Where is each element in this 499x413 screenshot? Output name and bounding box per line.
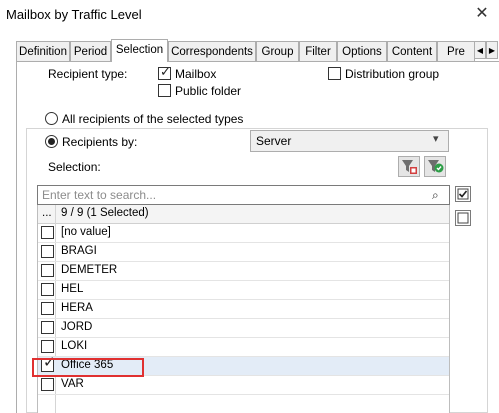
header-count: 9 / 9 (1 Selected) — [61, 207, 149, 219]
tab-definition[interactable]: Definition — [16, 41, 70, 61]
distribution-group-checkbox[interactable] — [328, 67, 341, 80]
row-checkbox[interactable] — [41, 321, 54, 334]
recipients-by-label: Recipients by: — [62, 135, 138, 149]
row-label: BRAGI — [61, 245, 97, 257]
tab-group[interactable]: Group — [256, 41, 299, 61]
row-checkbox[interactable] — [41, 283, 54, 296]
list-item[interactable]: VAR — [38, 376, 449, 395]
select-none-button[interactable] — [455, 210, 471, 226]
recipients-by-dropdown[interactable]: Server ▾ — [250, 130, 449, 152]
tab-filter[interactable]: Filter — [299, 41, 337, 61]
radio-dot-icon — [48, 138, 55, 145]
tab-strip: Definition Period Selection Corresponden… — [0, 39, 499, 62]
recipients-by-value: Server — [256, 134, 292, 148]
selection-label: Selection: — [48, 160, 101, 174]
window-title: Mailbox by Traffic Level — [6, 7, 142, 22]
tab-selection[interactable]: Selection — [111, 39, 168, 62]
check-icon: ✓ — [160, 64, 171, 79]
row-label: [no value] — [61, 226, 111, 238]
tab-pre[interactable]: Pre — [437, 41, 475, 61]
list-item[interactable]: DEMETER — [38, 262, 449, 281]
mailbox-label: Mailbox — [175, 67, 217, 81]
list-item[interactable]: HERA — [38, 300, 449, 319]
row-checkbox[interactable] — [41, 340, 54, 353]
recipient-type-label: Recipient type: — [48, 67, 128, 81]
list-item[interactable]: HEL — [38, 281, 449, 300]
recipients-by-radio[interactable] — [45, 135, 58, 148]
distribution-group-label: Distribution group — [345, 67, 440, 81]
all-recipients-radio[interactable] — [45, 112, 58, 125]
row-checkbox[interactable] — [41, 226, 54, 239]
row-label: LOKI — [61, 340, 88, 352]
row-checkbox[interactable] — [41, 245, 54, 258]
list-item[interactable]: BRAGI — [38, 243, 449, 262]
search-placeholder: Enter text to search... — [42, 188, 157, 202]
row-label: HERA — [61, 302, 93, 314]
title-bar: Mailbox by Traffic Level ✕ — [0, 0, 499, 30]
select-all-button[interactable] — [455, 186, 471, 202]
row-checkbox[interactable] — [41, 264, 54, 277]
row-label: JORD — [61, 321, 93, 333]
tab-scroll-arrows: ◀ ▶ — [474, 41, 499, 59]
tab-correspondents[interactable]: Correspondents — [168, 41, 256, 61]
filter-clear-icon — [402, 160, 417, 174]
header-dots[interactable]: ... — [42, 207, 52, 219]
list-item[interactable]: JORD — [38, 319, 449, 338]
search-icon[interactable]: ⌕ — [432, 188, 439, 203]
all-recipients-label: All recipients of the selected types — [62, 112, 244, 126]
check-all-icon — [457, 188, 469, 200]
tab-content[interactable]: Content — [387, 41, 437, 61]
clear-filter-button[interactable] — [398, 156, 420, 177]
selection-grid: ... 9 / 9 (1 Selected) [no value] BRAGI … — [37, 205, 450, 413]
list-item[interactable]: LOKI — [38, 338, 449, 357]
row-label: DEMETER — [61, 264, 118, 276]
public-folder-checkbox[interactable] — [158, 84, 171, 97]
search-input[interactable]: Enter text to search... ⌕ — [37, 185, 450, 205]
row-label: VAR — [61, 378, 84, 390]
public-folder-label: Public folder — [175, 84, 242, 98]
row-label: HEL — [61, 283, 84, 295]
chevron-left-icon[interactable]: ◀ — [474, 41, 486, 59]
apply-filter-button[interactable] — [424, 156, 446, 177]
close-icon[interactable]: ✕ — [470, 3, 494, 25]
highlight-box — [32, 358, 144, 377]
tab-period[interactable]: Period — [70, 41, 111, 61]
chevron-down-icon: ▾ — [433, 133, 439, 145]
grid-header: ... 9 / 9 (1 Selected) — [38, 205, 449, 224]
chevron-right-icon[interactable]: ▶ — [486, 41, 498, 59]
row-checkbox[interactable] — [41, 302, 54, 315]
tab-options[interactable]: Options — [337, 41, 387, 61]
list-item[interactable]: [no value] — [38, 224, 449, 243]
uncheck-all-icon — [457, 212, 469, 224]
filter-apply-icon — [428, 160, 444, 173]
row-checkbox[interactable] — [41, 378, 54, 391]
mailbox-checkbox[interactable]: ✓ — [158, 64, 171, 80]
